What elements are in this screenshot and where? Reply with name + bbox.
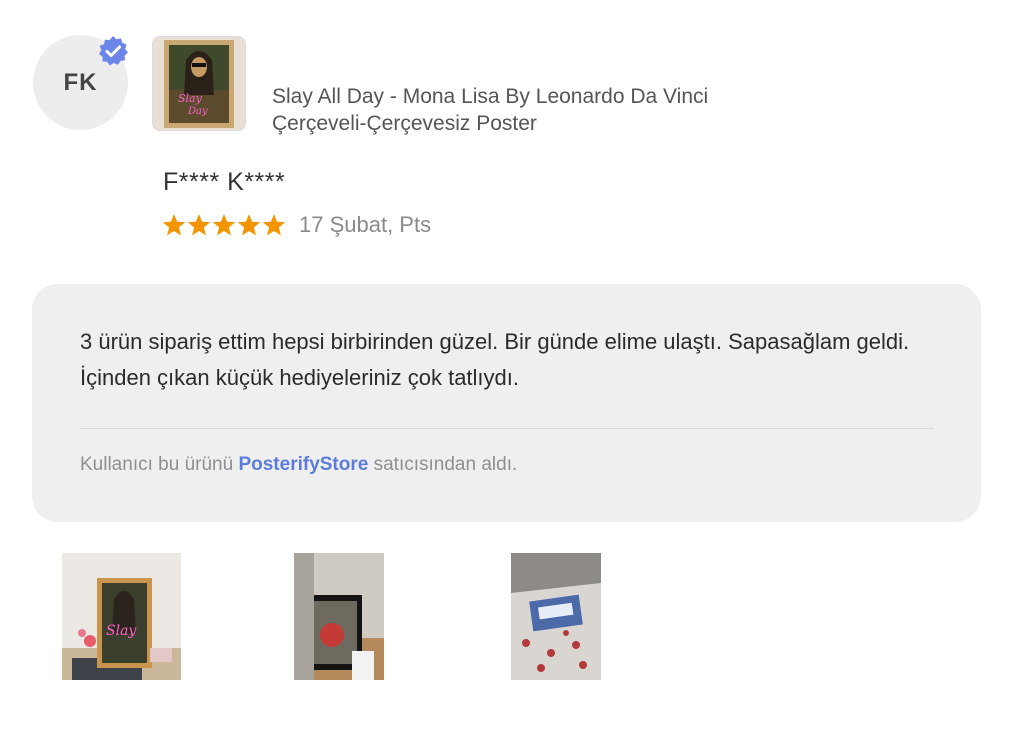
- star-icon: [212, 214, 236, 236]
- verified-badge-icon: [98, 36, 128, 66]
- review-bubble: 3 ürün sipariş ettim hepsi birbirinden g…: [32, 284, 981, 522]
- product-title-line1: Slay All Day - Mona Lisa By Leonardo Da …: [272, 85, 709, 108]
- seller-suffix: satıcısından aldı.: [368, 454, 518, 475]
- divider: [80, 428, 934, 429]
- svg-text:Slay: Slay: [178, 92, 203, 105]
- review-photo[interactable]: Slay: [62, 553, 181, 680]
- product-thumbnail[interactable]: Slay Day: [152, 36, 246, 131]
- star-icon: [162, 214, 186, 236]
- seller-prefix: Kullanıcı bu ürünü: [80, 454, 239, 475]
- review-date: 17 Şubat, Pts: [299, 212, 432, 237]
- reviewer-name: F**** K****: [163, 168, 286, 196]
- product-title-line2: Çerçeveli-Çerçevesiz Poster: [272, 112, 537, 135]
- star-rating: [162, 213, 286, 237]
- seller-info: Kullanıcı bu ürünü PosterifyStore satıcı…: [80, 454, 517, 476]
- avatar-initials: FK: [63, 68, 98, 96]
- review-text: 3 ürün sipariş ettim hepsi birbirinden g…: [80, 329, 910, 390]
- review-photo-image: [294, 553, 384, 680]
- star-icon: [187, 214, 211, 236]
- star-icon: [262, 214, 286, 236]
- seller-link[interactable]: PosterifyStore: [238, 454, 368, 475]
- svg-text:Day: Day: [187, 106, 208, 117]
- star-icon: [237, 214, 261, 236]
- svg-text:Slay: Slay: [106, 623, 137, 639]
- review-photo[interactable]: [511, 553, 601, 680]
- poster-image: Slay Day: [164, 39, 234, 128]
- review-photo-image: Slay: [62, 553, 181, 680]
- review-photo[interactable]: [294, 553, 384, 680]
- product-title[interactable]: Slay All Day - Mona Lisa By Leonardo Da …: [272, 83, 792, 137]
- review-photo-image: [511, 553, 601, 680]
